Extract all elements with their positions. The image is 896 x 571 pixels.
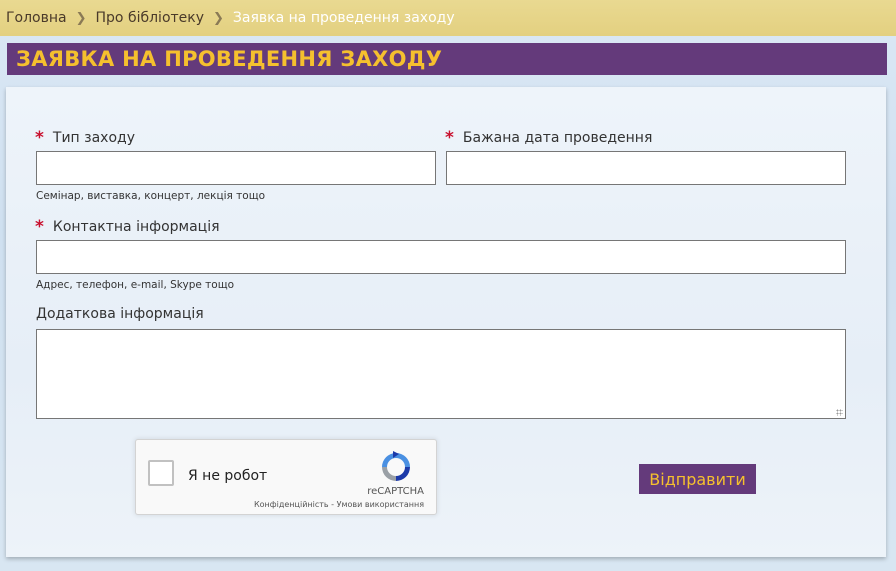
required-mark: * [35,217,44,237]
event-type-label: * Тип заходу [35,128,135,148]
breadcrumb: Головна ❯ Про бібліотеку ❯ Заявка на про… [0,0,896,36]
recaptcha-checkbox[interactable] [148,460,174,486]
recaptcha-widget: Я не робот reCAPTCHA Конфіденційність - … [135,439,437,515]
contact-label: * Контактна інформація [35,217,220,237]
contact-hint: Адрес, телефон, e-mail, Skype тощо [36,279,235,291]
breadcrumb-home-link[interactable]: Головна [6,10,67,26]
event-type-input[interactable] [36,151,436,185]
required-mark: * [35,128,44,148]
form-panel: * Тип заходу Семінар, виставка, концерт, … [6,87,886,557]
required-mark: * [445,128,454,148]
date-input[interactable] [446,151,846,185]
page-title-bar: ЗАЯВКА НА ПРОВЕДЕННЯ ЗАХОДУ [7,43,887,75]
recaptcha-logo-icon [382,451,410,481]
date-label: * Бажана дата проведення [445,128,653,148]
extra-info-textarea[interactable] [36,329,846,419]
breadcrumb-current: Заявка на проведення заходу [232,10,455,26]
contact-input[interactable] [36,240,846,274]
chevron-right-icon: ❯ [75,10,87,26]
breadcrumb-about-link[interactable]: Про бібліотеку [96,10,205,26]
submit-button[interactable]: Відправити [639,464,756,494]
resize-handle-icon[interactable] [836,409,843,416]
event-type-hint: Семінар, виставка, концерт, лекція тощо [36,190,266,202]
chevron-right-icon: ❯ [213,10,224,26]
page-title: ЗАЯВКА НА ПРОВЕДЕННЯ ЗАХОДУ [16,47,443,71]
extra-info-label: Додаткова інформація [36,306,204,322]
recaptcha-brand: reCAPTCHA [367,486,424,497]
recaptcha-label: Я не робот [188,468,268,484]
recaptcha-links[interactable]: Конфіденційність - Умови використання [254,500,424,509]
